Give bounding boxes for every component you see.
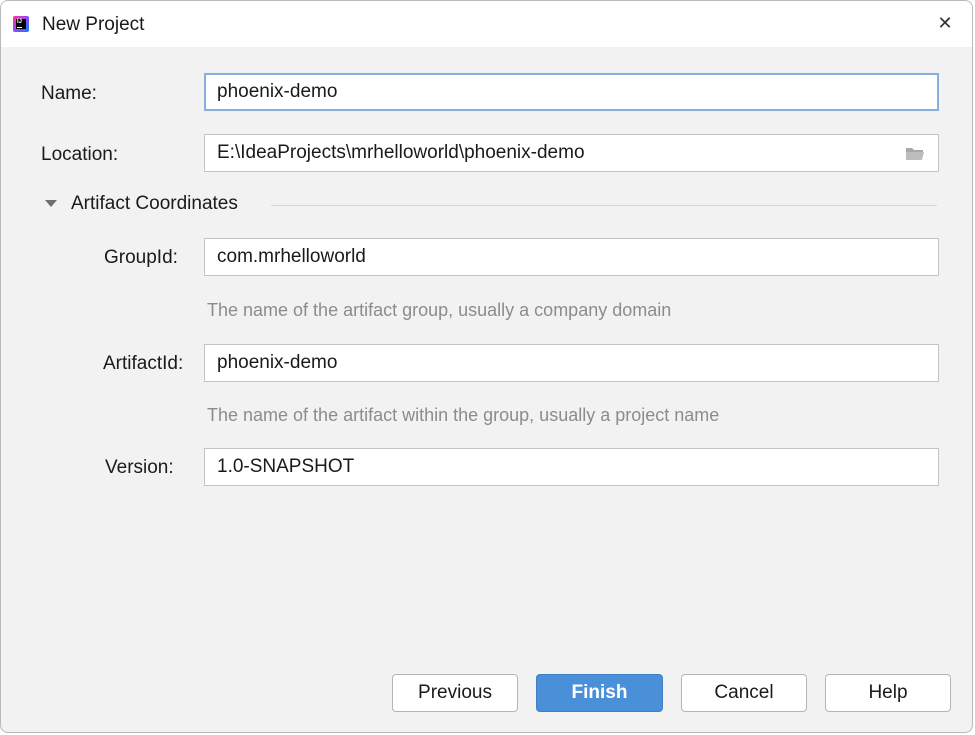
help-button[interactable]: Help	[825, 674, 951, 712]
artifactid-label: ArtifactId:	[103, 353, 184, 374]
intellij-app-icon: IJ	[13, 16, 29, 32]
close-icon[interactable]: ✕	[932, 10, 958, 36]
name-input[interactable]: phoenix-demo	[204, 73, 939, 111]
cancel-button[interactable]: Cancel	[681, 674, 807, 712]
location-label: Location:	[41, 144, 119, 165]
collapse-arrow-icon[interactable]	[45, 200, 57, 207]
artifactid-hint: The name of the artifact within the grou…	[207, 405, 720, 425]
artifactid-input[interactable]: phoenix-demo	[204, 344, 939, 382]
location-value: E:\IdeaProjects\mrhelloworld\phoenix-dem…	[217, 142, 585, 163]
folder-icon[interactable]	[905, 146, 925, 161]
finish-button[interactable]: Finish	[536, 674, 663, 712]
location-field[interactable]: E:\IdeaProjects\mrhelloworld\phoenix-dem…	[204, 134, 939, 172]
artifact-coordinates-header[interactable]: Artifact Coordinates	[71, 193, 238, 215]
groupid-hint: The name of the artifact group, usually …	[207, 300, 672, 320]
title-bar: IJ New Project ✕	[1, 1, 972, 47]
groupid-label: GroupId:	[104, 247, 178, 268]
groupid-input[interactable]: com.mrhelloworld	[204, 238, 939, 276]
name-label: Name:	[41, 83, 97, 104]
version-label: Version:	[105, 457, 174, 478]
dialog-title: New Project	[42, 14, 145, 35]
previous-button[interactable]: Previous	[392, 674, 518, 712]
section-divider	[271, 205, 937, 206]
version-input[interactable]: 1.0-SNAPSHOT	[204, 448, 939, 486]
new-project-dialog: IJ New Project ✕ Name: phoenix-demo Loca…	[0, 0, 973, 733]
